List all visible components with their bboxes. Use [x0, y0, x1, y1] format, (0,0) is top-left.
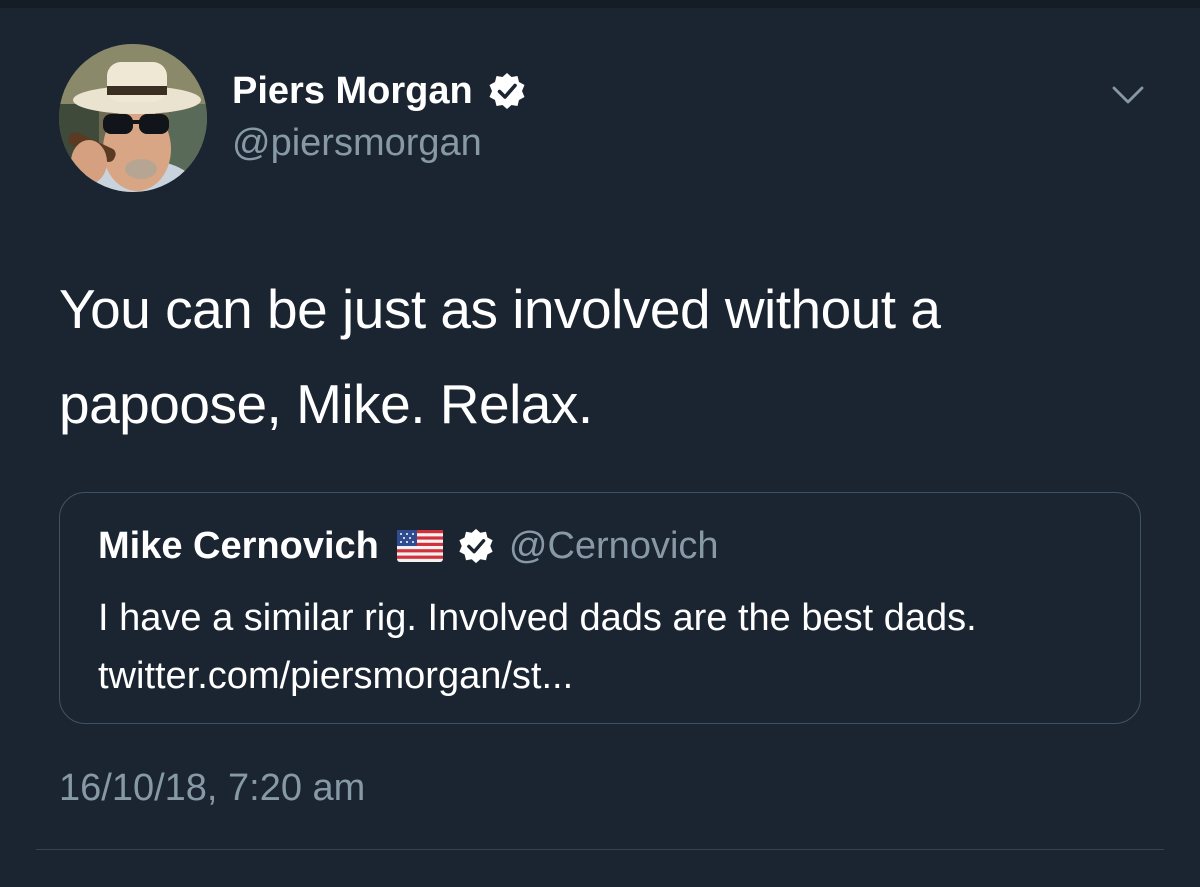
author-handle[interactable]: @piersmorgan — [232, 120, 482, 166]
chevron-down-icon[interactable] — [1110, 80, 1146, 110]
tweet-timestamp[interactable]: 16/10/18, 7:20 am — [59, 765, 365, 811]
author-avatar[interactable] — [59, 44, 207, 192]
author-name-text: Piers Morgan — [232, 70, 473, 112]
tweet-text: You can be just as involved without a pa… — [59, 278, 941, 435]
quoted-author-handle: @Cernovich — [508, 525, 719, 567]
us-flag-icon — [396, 530, 443, 562]
quoted-verified-badge-icon — [459, 528, 493, 564]
quoted-tweet-card[interactable]: Mike Cernovich @Cernovich I have a simil… — [59, 492, 1141, 724]
author-display-name[interactable]: Piers Morgan — [232, 68, 527, 114]
quoted-tweet-header: Mike Cernovich @Cernovich — [98, 523, 719, 569]
verified-badge-icon — [489, 73, 525, 109]
avatar-photo — [59, 44, 207, 192]
quoted-author-name: Mike Cernovich — [98, 525, 379, 567]
quoted-tweet-text: I have a similar rig. Involved dads are … — [98, 597, 977, 697]
divider — [36, 849, 1164, 850]
top-strip — [0, 0, 1200, 8]
